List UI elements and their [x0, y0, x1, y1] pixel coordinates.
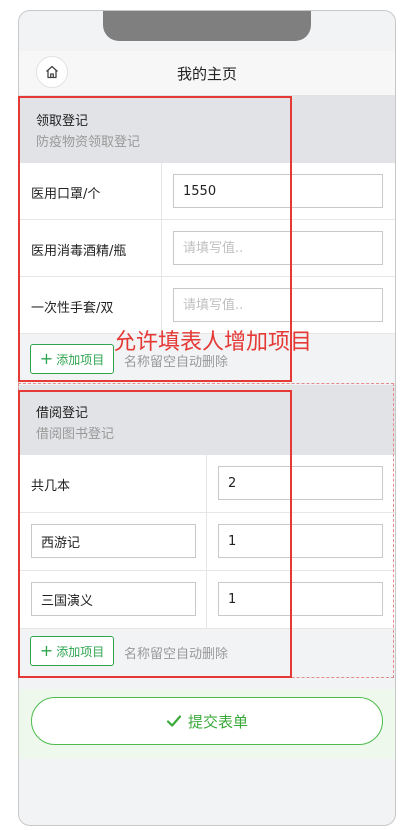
count-input[interactable] — [218, 466, 383, 500]
add-item-label: 添加项目 — [56, 352, 105, 367]
book-name-input[interactable] — [31, 582, 196, 616]
add-item-button[interactable]: + 添加项目 — [30, 636, 114, 666]
add-item-button[interactable]: + 添加项目 — [30, 344, 114, 374]
phone-notch — [103, 11, 311, 41]
masks-input[interactable] — [173, 174, 383, 208]
section-title: 领取登记 — [36, 114, 89, 129]
field-label: 医用口罩/个 — [31, 187, 101, 202]
form-row-book-1 — [19, 513, 395, 571]
section-subtitle: 防疫物资领取登记 — [36, 135, 141, 150]
submit-label: 提交表单 — [187, 712, 248, 731]
book-quantity-input[interactable] — [218, 582, 383, 616]
form-row-book-2 — [19, 571, 395, 629]
gloves-input[interactable] — [173, 288, 383, 322]
add-hint: 名称留空自动删除 — [124, 647, 229, 662]
section-title: 借阅登记 — [36, 406, 89, 421]
plus-icon: + — [39, 349, 54, 368]
section-header-borrow: 借阅登记 借阅图书登记 — [19, 385, 395, 455]
plus-icon: + — [39, 641, 54, 660]
section-header-receive: 领取登记 防疫物资领取登记 — [19, 95, 395, 163]
field-label: 医用消毒酒精/瓶 — [31, 244, 127, 259]
add-item-label: 添加项目 — [56, 644, 105, 659]
row-divider — [206, 455, 207, 512]
form-row-alcohol: 医用消毒酒精/瓶 — [19, 220, 395, 277]
field-label: 一次性手套/双 — [31, 301, 114, 316]
page-title: 我的主页 — [176, 65, 237, 83]
check-icon — [166, 715, 182, 727]
form-row-count: 共几本 — [19, 455, 395, 513]
annotation-text: 允许填表人增加项目 — [114, 330, 313, 355]
row-divider — [206, 571, 207, 628]
book-name-input[interactable] — [31, 524, 196, 558]
alcohol-input[interactable] — [173, 231, 383, 265]
row-divider — [206, 513, 207, 570]
phone-frame: 我的主页 领取登记 防疫物资领取登记 医用口罩/个 医用消毒酒精/瓶 一次性手套… — [18, 10, 396, 826]
field-label: 共几本 — [31, 479, 71, 494]
page-header: 我的主页 — [19, 51, 395, 95]
submit-area: 提交表单 — [19, 689, 395, 759]
section-subtitle: 借阅图书登记 — [36, 427, 115, 442]
book-quantity-input[interactable] — [218, 524, 383, 558]
form-row-masks: 医用口罩/个 — [19, 163, 395, 220]
row-divider — [161, 163, 162, 219]
row-divider — [161, 220, 162, 276]
add-row-borrow: + 添加项目 名称留空自动删除 — [19, 629, 395, 679]
submit-button[interactable]: 提交表单 — [31, 697, 383, 745]
